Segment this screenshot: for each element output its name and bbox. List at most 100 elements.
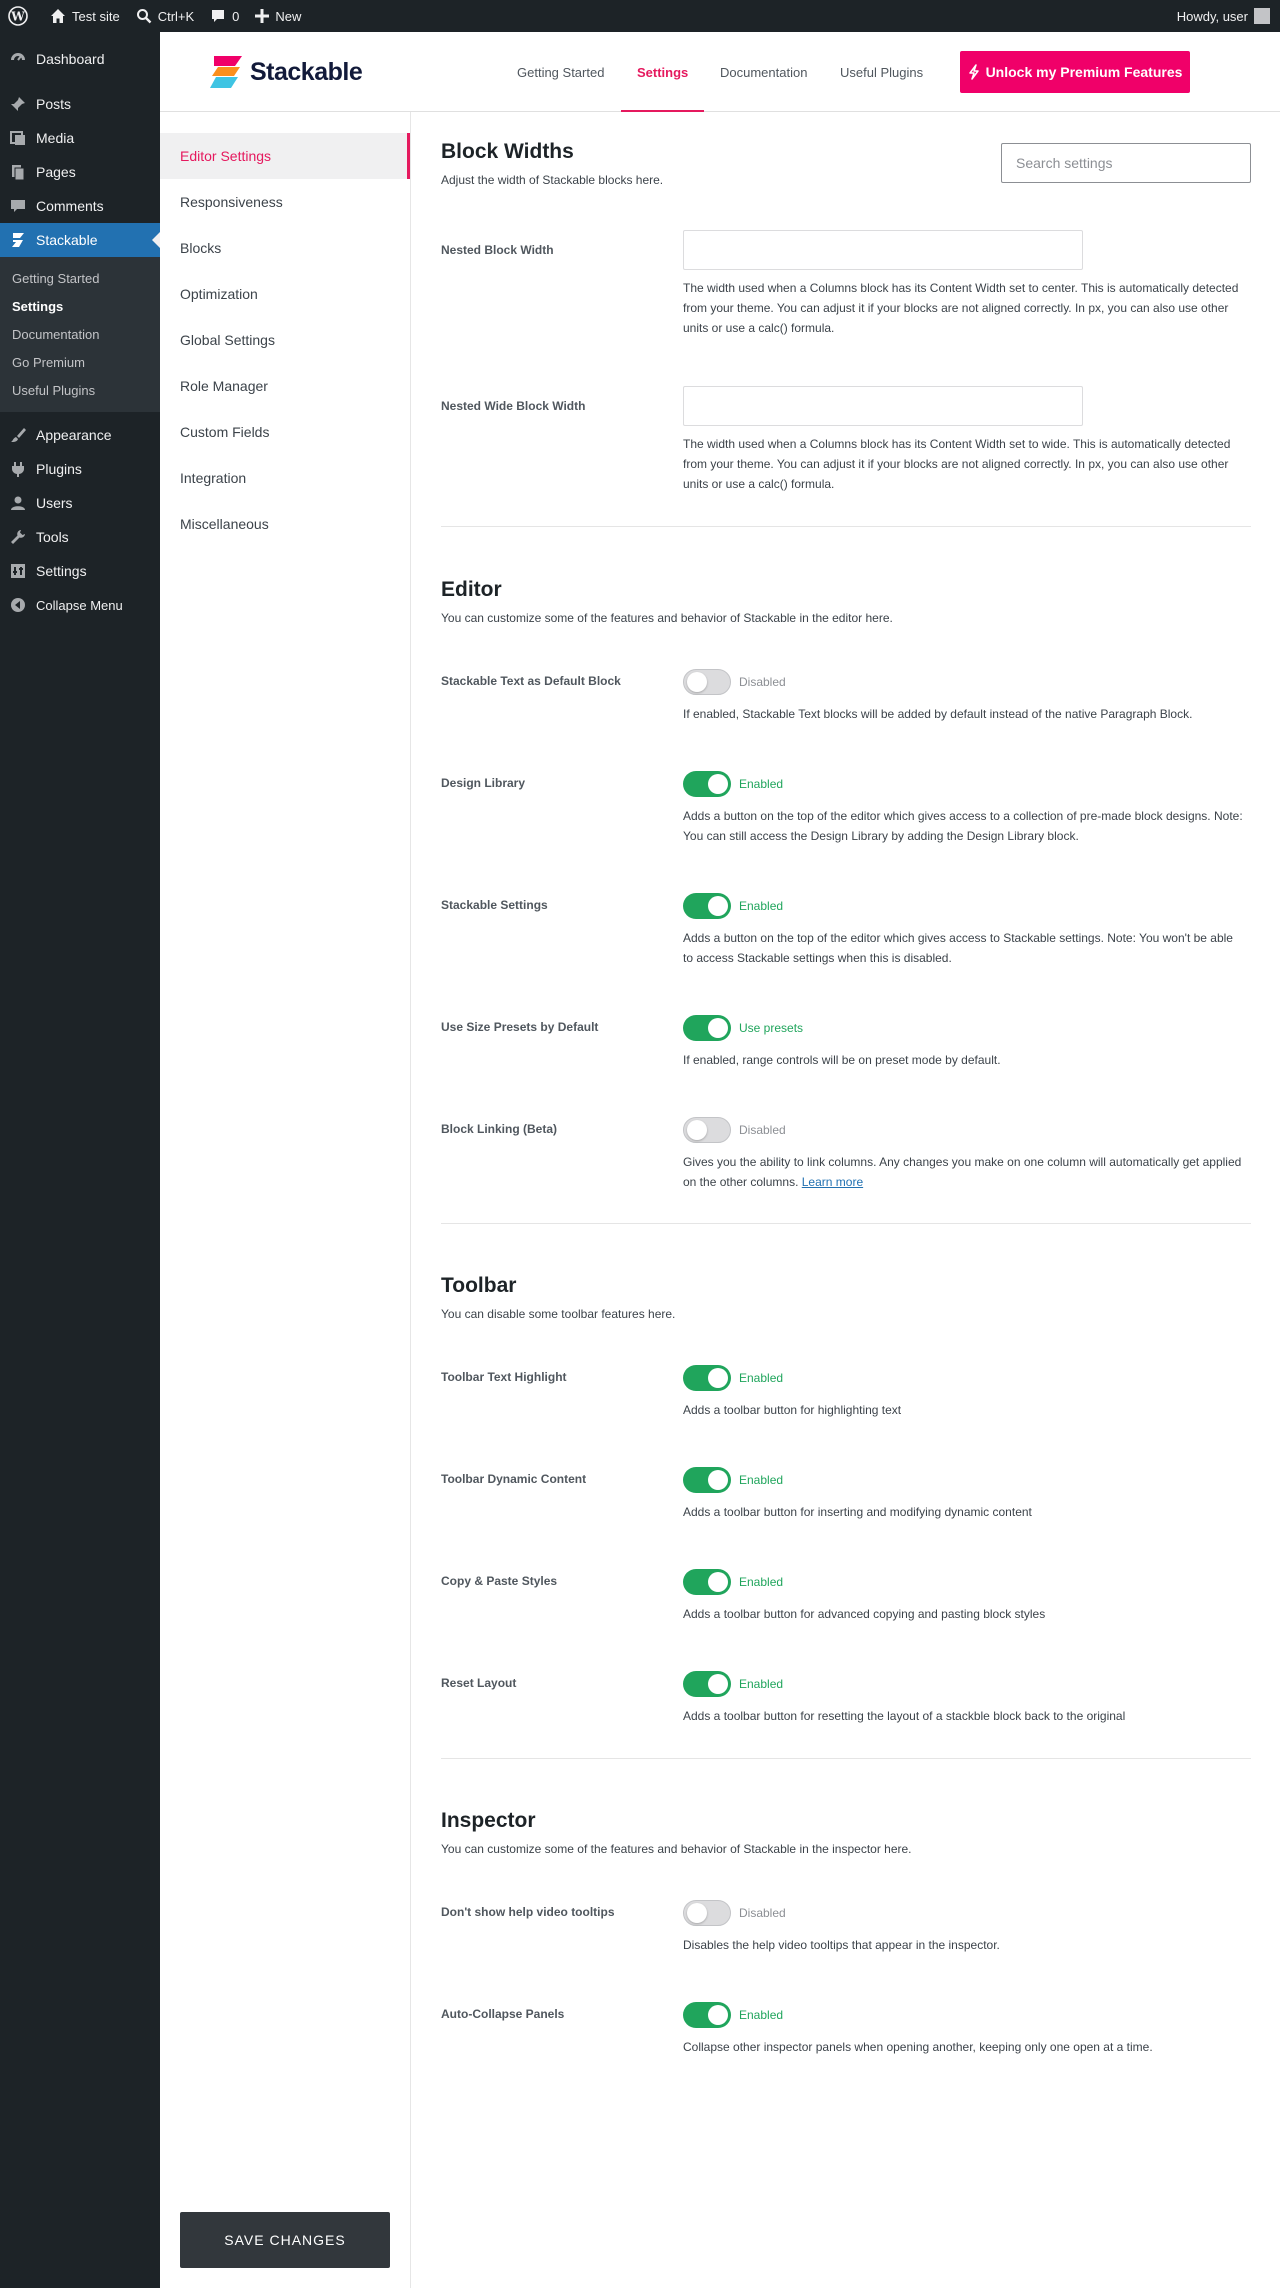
settings-nav-custom-fields[interactable]: Custom Fields	[160, 409, 410, 455]
tab-settings[interactable]: Settings	[620, 32, 705, 112]
settings-sidebar: Editor Settings Responsiveness Blocks Op…	[160, 112, 410, 2288]
toggle-block-linking[interactable]: Disabled	[683, 1117, 786, 1143]
setting-label: Copy & Paste Styles	[441, 1574, 558, 1588]
settings-nav-editor-settings[interactable]: Editor Settings	[160, 133, 410, 179]
stackable-logo[interactable]: Stackable	[210, 54, 363, 90]
nested-wide-block-width-desc: The width used when a Columns block has …	[683, 437, 1231, 491]
toggle-stackable-settings[interactable]: Enabled	[683, 893, 783, 919]
toggle-toolbar-text-highlight[interactable]: Enabled	[683, 1365, 783, 1391]
menu-item-users[interactable]: Users	[0, 486, 160, 520]
toggle-switch[interactable]	[683, 1117, 731, 1143]
tab-documentation[interactable]: Documentation	[720, 32, 807, 112]
menu-item-settings[interactable]: Settings	[0, 554, 160, 588]
setting-desc: Adds a toolbar button for resetting the …	[683, 1709, 1126, 1723]
toggle-design-library[interactable]: Enabled	[683, 771, 783, 797]
settings-nav-blocks[interactable]: Blocks	[160, 225, 410, 271]
menu-item-pages[interactable]: Pages	[0, 155, 160, 189]
new-label: New	[275, 8, 302, 24]
toggle-switch[interactable]	[683, 669, 731, 695]
site-name-link[interactable]: Test site	[42, 0, 128, 32]
settings-nav-integration[interactable]: Integration	[160, 455, 410, 501]
menu-item-plugins[interactable]: Plugins	[0, 452, 160, 486]
setting-desc: Adds a toolbar button for highlighting t…	[683, 1403, 902, 1417]
menu-item-posts[interactable]: Posts	[0, 87, 160, 121]
section-subtitle-editor: You can customize some of the features a…	[441, 611, 893, 625]
toggle-toolbar-dynamic-content[interactable]: Enabled	[683, 1467, 783, 1493]
settings-nav-optimization[interactable]: Optimization	[160, 271, 410, 317]
section-title-editor: Editor	[441, 578, 502, 601]
menu-item-stackable[interactable]: Stackable	[0, 223, 160, 257]
menu-item-tools[interactable]: Tools	[0, 520, 160, 554]
admin-sidebar: Dashboard Posts Media Pages Comments Sta…	[0, 32, 160, 2288]
submenu-getting-started[interactable]: Getting Started	[0, 264, 160, 292]
setting-desc: Disables the help video tooltips that ap…	[683, 1938, 1000, 1952]
lightning-icon	[968, 64, 979, 80]
settings-nav-responsiveness[interactable]: Responsiveness	[160, 179, 410, 225]
tab-getting-started[interactable]: Getting Started	[517, 32, 604, 112]
site-name: Test site	[72, 8, 120, 24]
menu-item-comments[interactable]: Comments	[0, 189, 160, 223]
save-changes-button[interactable]: SAVE CHANGES	[180, 2212, 390, 2268]
toggle-switch[interactable]	[683, 771, 731, 797]
section-title-inspector: Inspector	[441, 1809, 536, 1832]
toggle-switch[interactable]	[683, 893, 731, 919]
nested-wide-block-width-input[interactable]	[683, 386, 1083, 426]
toggle-auto-collapse-panels[interactable]: Enabled	[683, 2002, 783, 2028]
learn-more-link[interactable]: Learn more	[802, 1175, 863, 1189]
avatar	[1254, 8, 1270, 24]
menu-label: Posts	[36, 96, 72, 112]
wordpress-logo-icon[interactable]: W	[0, 0, 42, 32]
settings-nav-role-manager[interactable]: Role Manager	[160, 363, 410, 409]
submenu-go-premium[interactable]: Go Premium	[0, 348, 160, 376]
toggle-help-video-tooltips[interactable]: Disabled	[683, 1900, 786, 1926]
toggle-status: Enabled	[739, 1371, 784, 1385]
toggle-switch[interactable]	[683, 1467, 731, 1493]
command-palette-search[interactable]: Ctrl+K	[128, 0, 202, 32]
submenu-settings[interactable]: Settings	[0, 292, 160, 320]
unlock-premium-button[interactable]: Unlock my Premium Features	[960, 51, 1190, 93]
menu-item-dashboard[interactable]: Dashboard	[0, 42, 160, 76]
menu-item-appearance[interactable]: Appearance	[0, 418, 160, 452]
submenu-useful-plugins[interactable]: Useful Plugins	[0, 376, 160, 404]
settings-icon	[8, 561, 28, 581]
toggle-switch[interactable]	[683, 2002, 731, 2028]
toggle-switch[interactable]	[683, 1365, 731, 1391]
howdy-text: Howdy, user	[1176, 8, 1248, 24]
toggle-reset-layout[interactable]: Enabled	[683, 1671, 783, 1697]
toggle-switch[interactable]	[683, 1671, 731, 1697]
dashboard-icon	[8, 49, 28, 69]
logo-text: Stackable	[250, 57, 363, 86]
stackable-logo-icon	[210, 56, 242, 88]
tab-useful-plugins[interactable]: Useful Plugins	[840, 32, 923, 112]
section-subtitle-inspector: You can customize some of the features a…	[441, 1842, 912, 1856]
menu-label: Plugins	[36, 461, 82, 477]
setting-label: Stackable Text as Default Block	[441, 674, 621, 688]
comments-link[interactable]: 0	[202, 0, 247, 32]
toggle-status: Enabled	[739, 1677, 784, 1691]
settings-nav-miscellaneous[interactable]: Miscellaneous	[160, 501, 410, 547]
search-shortcut: Ctrl+K	[157, 8, 195, 24]
menu-label: Pages	[36, 164, 76, 180]
new-content-link[interactable]: New	[247, 0, 309, 32]
section-title-block-widths: Block Widths	[441, 140, 574, 163]
nested-block-width-input[interactable]	[683, 230, 1083, 270]
nested-block-width-desc: The width used when a Columns block has …	[683, 281, 1239, 335]
menu-item-media[interactable]: Media	[0, 121, 160, 155]
account-menu[interactable]: Howdy, user	[1177, 8, 1280, 24]
section-subtitle-block-widths: Adjust the width of Stackable blocks her…	[441, 173, 664, 187]
toggle-status: Use presets	[739, 1021, 804, 1035]
toggle-stackable-text-default[interactable]: Disabled	[683, 669, 786, 695]
settings-nav-global-settings[interactable]: Global Settings	[160, 317, 410, 363]
toggle-copy-paste-styles[interactable]: Enabled	[683, 1569, 783, 1595]
setting-desc: If enabled, Stackable Text blocks will b…	[683, 707, 1193, 721]
toggle-switch[interactable]	[683, 1569, 731, 1595]
toggle-switch[interactable]	[683, 1015, 731, 1041]
toggle-switch[interactable]	[683, 1900, 731, 1926]
submenu-documentation[interactable]: Documentation	[0, 320, 160, 348]
collapse-menu-button[interactable]: Collapse Menu	[0, 588, 160, 622]
search-settings-input[interactable]	[1001, 143, 1251, 183]
stackable-submenu: Getting Started Settings Documentation G…	[0, 257, 160, 412]
search-icon	[136, 9, 152, 24]
stackable-icon	[8, 230, 28, 250]
toggle-size-presets[interactable]: Use presets	[683, 1015, 803, 1041]
